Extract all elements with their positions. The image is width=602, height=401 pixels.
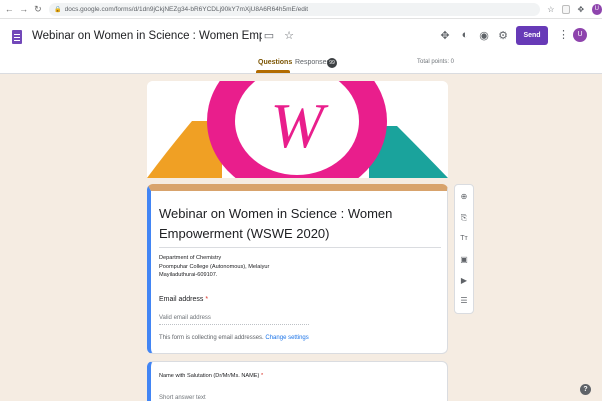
form-title-field[interactable]: Webinar on Women in Science : Women Empo… <box>32 30 262 42</box>
form-description[interactable]: Department of Chemistry Poompuhar Colleg… <box>159 254 269 280</box>
add-section-icon[interactable]: ☰ <box>458 295 470 307</box>
reload-icon[interactable]: ↻ <box>33 4 43 15</box>
bookmark-star-icon[interactable]: ☆ <box>546 5 555 14</box>
email-collection-note: This form is collecting email addresses.… <box>159 335 309 341</box>
lock-icon: 🔒 <box>54 6 62 13</box>
short-answer-field[interactable]: Short answer text <box>159 395 206 401</box>
more-options-icon[interactable]: ⋮ <box>558 28 569 41</box>
collect-note-text: This form is collecting email addresses. <box>159 335 264 341</box>
browser-chrome: ← → ↻ 🔒 docs.google.com/forms/d/1dn9jCkj… <box>0 0 602 19</box>
question-label: Name with Salutation (Dr/Mr/Ms. NAME) * <box>159 373 263 379</box>
forward-icon[interactable]: → <box>18 4 28 15</box>
required-asterisk: * <box>260 373 264 379</box>
extension-icon[interactable] <box>561 4 571 14</box>
url-text[interactable]: docs.google.com/forms/d/1dn9jCkjNEZg34-b… <box>65 6 309 13</box>
question-label-text: Name with Salutation (Dr/Mr/Ms. NAME) <box>159 373 260 379</box>
palette-icon[interactable]: ◐ <box>458 29 472 41</box>
send-button[interactable]: Send <box>516 26 548 45</box>
import-questions-icon[interactable]: ⎘ <box>458 212 470 224</box>
women-science-logo: W <box>147 81 448 178</box>
help-icon[interactable]: ? <box>580 384 591 395</box>
back-icon[interactable]: ← <box>4 4 14 15</box>
form-title-card[interactable]: Webinar on Women in Science : Women Empo… <box>147 184 448 354</box>
browser-profile-avatar[interactable]: U <box>591 3 602 15</box>
email-question-label: Email address * <box>159 296 208 303</box>
account-avatar[interactable]: U <box>573 28 587 42</box>
add-video-icon[interactable]: ▶ <box>458 275 470 287</box>
question-card[interactable]: Name with Salutation (Dr/Mr/Ms. NAME) * … <box>147 361 448 401</box>
responses-count-badge: 99 <box>327 58 337 68</box>
address-bar[interactable]: 🔒 docs.google.com/forms/d/1dn9jCkjNEZg34… <box>49 2 541 16</box>
addon-icon[interactable]: ✥ <box>438 29 452 42</box>
logo-letter: W <box>270 90 329 161</box>
header-banner-image: W <box>147 81 448 178</box>
folder-icon[interactable]: ▭ <box>262 29 276 42</box>
forms-logo-icon[interactable] <box>12 30 22 44</box>
form-heading[interactable]: Webinar on Women in Science : Women Empo… <box>159 204 439 244</box>
star-icon[interactable]: ☆ <box>282 29 296 42</box>
divider <box>159 247 441 248</box>
add-question-icon[interactable]: ⊕ <box>458 191 470 203</box>
settings-gear-icon[interactable]: ⚙ <box>496 29 510 42</box>
email-label-text: Email address <box>159 296 204 303</box>
add-title-icon[interactable]: Tт <box>458 233 470 245</box>
tab-questions[interactable]: Questions <box>258 59 292 66</box>
add-image-icon[interactable]: ▣ <box>458 254 470 266</box>
required-asterisk: * <box>205 296 209 303</box>
active-tab-indicator <box>256 70 290 73</box>
email-field[interactable]: Valid email address <box>159 315 309 325</box>
tab-responses[interactable]: Responses <box>295 59 330 66</box>
forms-header: Webinar on Women in Science : Women Empo… <box>0 19 602 74</box>
change-settings-link[interactable]: Change settings <box>265 335 308 341</box>
total-points: Total points: 0 <box>417 59 455 65</box>
puzzle-icon[interactable]: ✥ <box>576 5 585 14</box>
preview-eye-icon[interactable]: ◉ <box>477 29 491 42</box>
question-toolbar: ⊕ ⎘ Tт ▣ ▶ ☰ <box>454 184 474 314</box>
